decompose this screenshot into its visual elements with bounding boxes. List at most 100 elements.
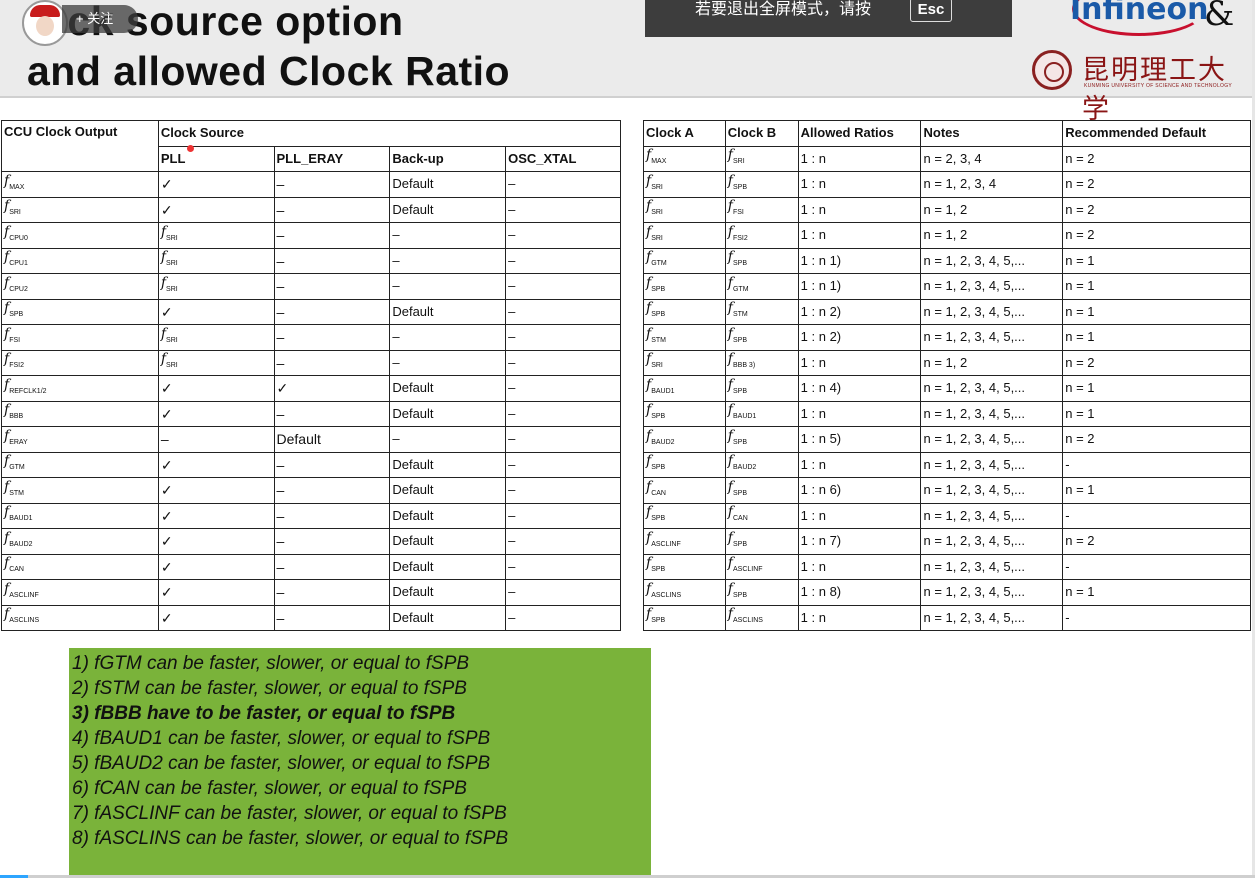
header-recommended-default: Recommended Default bbox=[1062, 120, 1251, 147]
frequency-symbol: fSPB bbox=[727, 376, 747, 395]
cell-osc-xtal: – bbox=[505, 604, 621, 631]
frequency-subscript: BBB 3) bbox=[732, 362, 756, 370]
cell-pll-eray: – bbox=[273, 349, 391, 376]
table-row: fSPB fCAN 1 : nn = 1, 2, 3, 4, 5,... - bbox=[643, 502, 1251, 529]
frequency-subscript: SRI bbox=[166, 260, 178, 268]
cell-pll: – bbox=[157, 426, 275, 453]
table-row: fBAUD1 fSPB 1 : n 4) n = 1, 2, 3, 4, 5,... n… bbox=[643, 375, 1251, 402]
cell-clock-b: fCAN bbox=[724, 502, 799, 529]
cell-clock-a: fSTM bbox=[643, 324, 726, 351]
cell-recommended-default: n = 2 bbox=[1062, 426, 1251, 453]
frequency-symbol: fBAUD1 bbox=[727, 402, 757, 421]
header-pll-label: PLL bbox=[160, 150, 186, 166]
cell-recommended-default: - bbox=[1062, 502, 1251, 529]
cell-pll: ✓ bbox=[157, 196, 275, 223]
cell-clock-a: fSPB bbox=[643, 502, 726, 529]
frequency-subscript: SPB bbox=[732, 336, 747, 344]
frequency-subscript: CPU1 bbox=[9, 260, 28, 268]
frequency-symbol: fGTM bbox=[727, 274, 749, 293]
frequency-subscript: SPB bbox=[651, 311, 666, 319]
cell-backup: Default bbox=[389, 579, 507, 606]
cell-osc-xtal: – bbox=[505, 171, 621, 198]
cell-clock-b: fSTM bbox=[724, 298, 799, 325]
cell-backup: – bbox=[389, 247, 507, 274]
slide-title-line2: and allowed Clock Ratio bbox=[27, 48, 511, 94]
cell-clock-output: fBAUD2 bbox=[1, 528, 159, 555]
cell-clock-a: fSRI bbox=[643, 171, 726, 198]
table-row: fSPB fSTM 1 : n 2) n = 1, 2, 3, 4, 5,... n =… bbox=[643, 298, 1251, 325]
cell-clock-a: fBAUD2 bbox=[643, 426, 726, 453]
table-row: fASCLINF ✓ – Default – bbox=[1, 579, 621, 606]
cell-clock-a: fGTM bbox=[643, 247, 726, 274]
cell-backup: Default bbox=[389, 196, 507, 223]
cell-notes: n = 1, 2, 3, 4, 5,... bbox=[920, 298, 1064, 325]
cell-pll-eray: – bbox=[273, 324, 391, 351]
table-row: fSTM ✓ – Default – bbox=[1, 477, 621, 504]
header-backup: Back-up bbox=[389, 145, 507, 172]
avatar-face-icon bbox=[36, 16, 54, 36]
frequency-symbol: fFSI2 bbox=[727, 223, 748, 242]
cell-pll-eray: – bbox=[273, 477, 391, 504]
cell-pll: ✓ bbox=[157, 400, 275, 427]
frequency-symbol: fGTM bbox=[646, 249, 667, 268]
frequency-subscript: SRI bbox=[732, 158, 745, 166]
frequency-symbol: fBAUD2 bbox=[727, 453, 757, 472]
frequency-subscript: SPB bbox=[732, 540, 747, 548]
cell-notes: n = 1, 2 bbox=[920, 349, 1064, 376]
cell-backup: – bbox=[389, 349, 507, 376]
frequency-symbol: fSRI bbox=[646, 198, 663, 217]
cell-clock-a: fSPB bbox=[643, 273, 726, 300]
cell-pll-eray: – bbox=[273, 553, 391, 580]
cell-pll-eray: – bbox=[273, 247, 391, 274]
cell-notes: n = 1, 2, 3, 4, 5,... bbox=[920, 247, 1064, 274]
clock-ratio-table: Clock A Clock B Allowed Ratios Notes Rec… bbox=[643, 120, 1251, 631]
frequency-subscript: GTM bbox=[9, 464, 25, 472]
header-pll-eray: PLL_ERAY bbox=[273, 145, 391, 172]
frequency-subscript: MAX bbox=[9, 183, 25, 191]
frequency-symbol: fCPU0 bbox=[4, 223, 28, 242]
clock-ratio-table-body: fMAX fSRI 1 : nn = 2, 3, 4n = 2 fSRI fSPB 1 :… bbox=[643, 145, 1251, 631]
frequency-symbol: fSPB bbox=[646, 453, 666, 472]
frequency-symbol: fASCLINS bbox=[727, 606, 763, 625]
header-clock-b: Clock B bbox=[724, 120, 799, 147]
frequency-subscript: FSI bbox=[9, 336, 21, 344]
frequency-subscript: SPB bbox=[651, 566, 666, 574]
frequency-subscript: SPB bbox=[651, 617, 666, 625]
cell-notes: n = 1, 2, 3, 4 bbox=[920, 171, 1064, 198]
cell-notes: n = 1, 2, 3, 4, 5,... bbox=[920, 553, 1064, 580]
cell-osc-xtal: – bbox=[505, 349, 621, 376]
cell-backup: Default bbox=[389, 451, 507, 478]
frequency-symbol: fSPB bbox=[646, 402, 666, 421]
cell-notes: n = 1, 2, 3, 4, 5,... bbox=[920, 400, 1064, 427]
table-row: fSRI fFSI 1 : nn = 1, 2n = 2 bbox=[643, 196, 1251, 223]
cell-notes: n = 1, 2, 3, 4, 5,... bbox=[920, 324, 1064, 351]
cell-osc-xtal: – bbox=[505, 400, 621, 427]
cell-notes: n = 2, 3, 4 bbox=[920, 145, 1064, 172]
footnote-line: 2) fSTM can be faster, slower, or equal … bbox=[72, 678, 467, 699]
frequency-symbol: fSPB bbox=[646, 606, 666, 625]
frequency-subscript: FSI2 bbox=[9, 362, 24, 370]
cell-clock-b: fSPB bbox=[724, 171, 799, 198]
cell-backup: Default bbox=[389, 528, 507, 555]
follow-button[interactable]: + 关注 bbox=[62, 5, 138, 33]
frequency-subscript: BAUD2 bbox=[732, 464, 757, 472]
frequency-symbol: fERAY bbox=[4, 427, 28, 446]
cell-osc-xtal: – bbox=[505, 579, 621, 606]
cell-osc-xtal: – bbox=[505, 528, 621, 555]
cell-clock-output: fBBB bbox=[1, 400, 159, 427]
frequency-subscript: ASCLINS bbox=[651, 591, 682, 599]
cell-allowed-ratio: 1 : n bbox=[797, 171, 922, 198]
frequency-subscript: CPU0 bbox=[9, 234, 28, 242]
cell-allowed-ratio: 1 : n bbox=[797, 553, 922, 580]
cell-clock-a: fSRI bbox=[643, 196, 726, 223]
university-logo-subtext: KUNMING UNIVERSITY OF SCIENCE AND TECHNO… bbox=[1084, 83, 1233, 89]
cell-clock-a: fSPB bbox=[643, 604, 726, 631]
cell-pll: ✓ bbox=[157, 502, 275, 529]
cell-pll-eray: – bbox=[273, 502, 391, 529]
cell-recommended-default: n = 1 bbox=[1062, 247, 1251, 274]
table-row: fFSI2 fSRI – – – bbox=[1, 349, 621, 376]
table-row: fCPU0 fSRI – – – bbox=[1, 222, 621, 249]
table-row: fSPB fBAUD2 1 : nn = 1, 2, 3, 4, 5,... - bbox=[643, 451, 1251, 478]
cell-recommended-default: n = 2 bbox=[1062, 528, 1251, 555]
cell-notes: n = 1, 2, 3, 4, 5,... bbox=[920, 477, 1064, 504]
